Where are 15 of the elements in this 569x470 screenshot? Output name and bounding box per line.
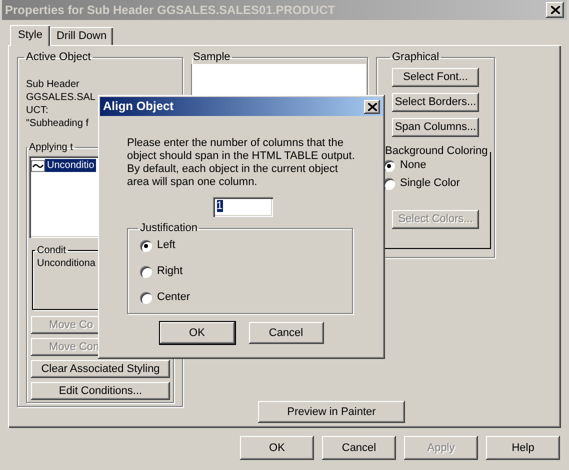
object-text: GGSALES.SAL xyxy=(26,91,96,104)
dialog-message: Please enter the number of columns that the object should span in the HTML TABLE output. By default, each object in the current object area will span one column. xyxy=(127,137,356,189)
group-label: Background Coloring xyxy=(384,145,488,158)
object-text: Sub Header xyxy=(26,78,80,91)
group-label: Graphical xyxy=(391,51,440,64)
group-label: Active Object xyxy=(25,51,92,64)
window-title: Properties for Sub Header GGSALES.SALES01.PRODUCT xyxy=(5,4,336,16)
group-label: Justification xyxy=(139,222,198,235)
object-text: "Subheading f xyxy=(26,117,88,130)
group-label: Sample xyxy=(192,51,232,64)
dialog-title: Align Object xyxy=(103,100,174,113)
group-label: Applying t xyxy=(28,141,74,154)
condition-text: Unconditiona xyxy=(37,257,96,270)
group-label: Condit xyxy=(36,244,67,257)
object-text: UCT: xyxy=(26,104,48,117)
